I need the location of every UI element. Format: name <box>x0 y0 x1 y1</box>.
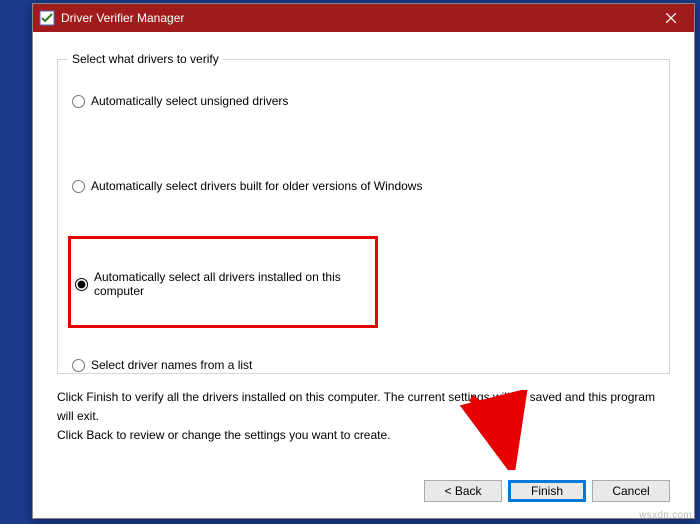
radio-unsigned-input[interactable] <box>72 95 85 108</box>
radio-from-list[interactable]: Select driver names from a list <box>72 358 252 372</box>
radio-all-drivers[interactable]: Automatically select all drivers install… <box>75 270 375 298</box>
close-button[interactable] <box>648 4 694 32</box>
window-title: Driver Verifier Manager <box>61 11 648 25</box>
radio-older-label: Automatically select drivers built for o… <box>91 179 422 193</box>
radio-unsigned-label: Automatically select unsigned drivers <box>91 94 288 108</box>
instructions-text: Click Finish to verify all the drivers i… <box>57 388 670 446</box>
instructions-line-1: Click Finish to verify all the drivers i… <box>57 388 670 426</box>
radio-older-input[interactable] <box>72 180 85 193</box>
group-legend: Select what drivers to verify <box>68 52 223 66</box>
radio-list-label: Select driver names from a list <box>91 358 252 372</box>
radio-list-input[interactable] <box>72 359 85 372</box>
cancel-button[interactable]: Cancel <box>592 480 670 502</box>
dialog-content: Select what drivers to verify Automatica… <box>33 32 694 518</box>
instructions-line-2: Click Back to review or change the setti… <box>57 426 670 445</box>
highlight-box: Automatically select all drivers install… <box>68 236 378 328</box>
radio-all-input[interactable] <box>75 278 88 291</box>
button-bar: < Back Finish Cancel <box>424 480 670 502</box>
radio-all-label: Automatically select all drivers install… <box>94 270 375 298</box>
close-icon <box>666 13 676 23</box>
radio-unsigned-drivers[interactable]: Automatically select unsigned drivers <box>72 94 288 108</box>
titlebar: Driver Verifier Manager <box>33 4 694 32</box>
drivers-group: Select what drivers to verify Automatica… <box>57 52 670 374</box>
back-button[interactable]: < Back <box>424 480 502 502</box>
radio-older-windows[interactable]: Automatically select drivers built for o… <box>72 179 422 193</box>
watermark: wsxdn.com <box>639 510 692 521</box>
dialog-window: Driver Verifier Manager Select what driv… <box>32 3 695 519</box>
finish-button[interactable]: Finish <box>508 480 586 502</box>
app-icon <box>39 10 55 26</box>
